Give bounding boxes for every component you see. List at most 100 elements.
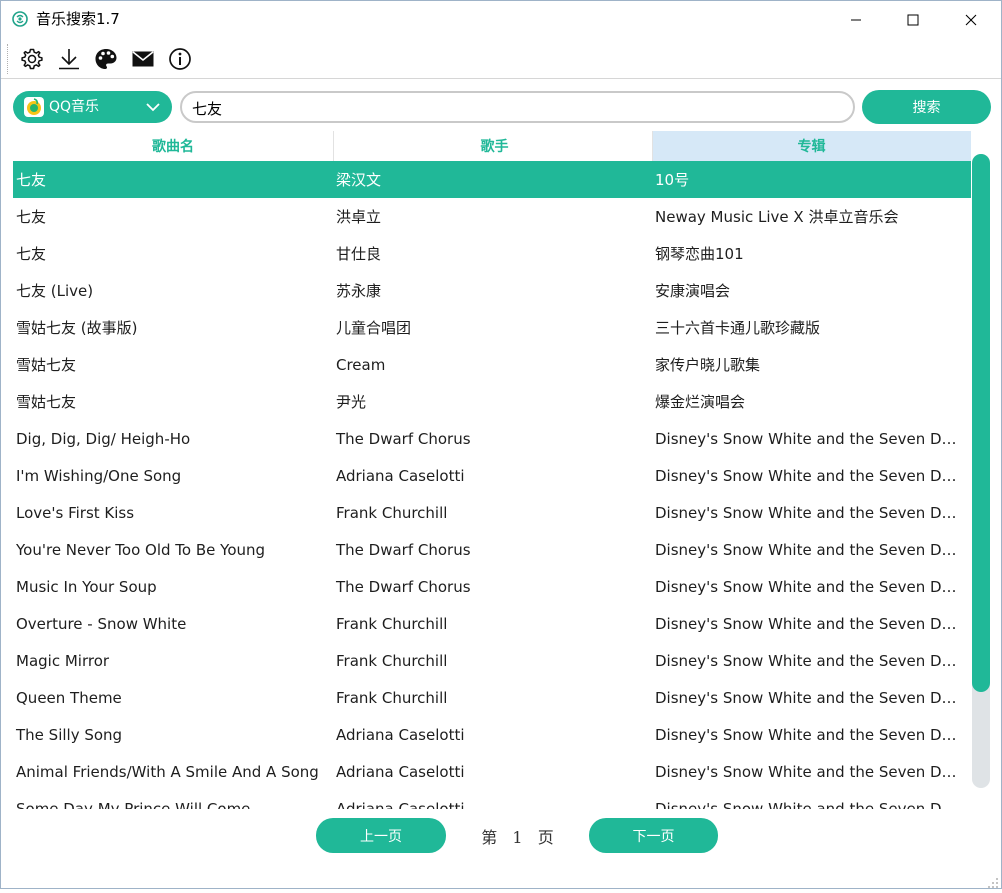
close-button[interactable] xyxy=(942,1,1000,38)
toolbar-grip[interactable] xyxy=(7,44,9,74)
table-row[interactable]: 七友 (Live) 苏永康 安康演唱会 xyxy=(13,272,971,309)
artist-cell: Frank Churchill xyxy=(336,651,448,670)
toolbar xyxy=(1,41,1001,77)
song-name-cell: Some Day My Prince Will Come xyxy=(16,799,251,810)
artist-cell: Adriana Caselotti xyxy=(336,466,465,485)
mail-button[interactable] xyxy=(129,45,157,73)
search-button[interactable]: 搜索 xyxy=(862,90,991,124)
close-icon xyxy=(965,14,977,25)
results-table: 歌曲名 歌手 专辑 七友 梁汉文 10号 七友 洪卓立 Neway Music Live … xyxy=(13,131,971,809)
album-cell: Disney's Snow White and the Seven Dwar..… xyxy=(655,799,971,810)
album-cell: Disney's Snow White and the Seven Dwar..… xyxy=(655,577,971,596)
table-row[interactable]: Some Day My Prince Will Come Adriana Case… xyxy=(13,790,971,810)
artist-cell: Cream xyxy=(336,355,386,374)
artist-cell: 洪卓立 xyxy=(336,207,382,226)
table-row[interactable]: 雪姑七友 Cream 家传户晓儿歌集 xyxy=(13,346,971,383)
song-name-cell: 七友 xyxy=(16,207,47,226)
scrollbar-thumb[interactable] xyxy=(972,154,990,692)
song-name-cell: 雪姑七友 xyxy=(16,392,77,411)
song-name-cell: Animal Friends/With A Smile And A Song xyxy=(16,762,319,781)
artist-cell: 梁汉文 xyxy=(336,170,382,189)
column-header-artist[interactable]: 歌手 xyxy=(333,131,652,161)
toolbar-divider xyxy=(1,78,1001,79)
song-name-cell: You're Never Too Old To Be Young xyxy=(16,540,266,559)
next-page-button[interactable]: 下一页 xyxy=(589,818,718,853)
resize-grip-icon[interactable] xyxy=(987,874,999,888)
column-header-album[interactable]: 专辑 xyxy=(652,131,971,161)
song-name-cell: Queen Theme xyxy=(16,688,122,707)
qq-music-logo-icon xyxy=(24,97,44,117)
album-cell: Disney's Snow White and the Seven Dwar..… xyxy=(655,688,971,707)
album-cell: Neway Music Live X 洪卓立音乐会 xyxy=(655,207,899,226)
maximize-icon xyxy=(907,14,919,25)
settings-button[interactable] xyxy=(18,45,46,73)
table-row[interactable]: 雪姑七友 尹光 爆金烂演唱会 xyxy=(13,383,971,420)
table-row[interactable]: The Silly Song Adriana Caselotti Disney's … xyxy=(13,716,971,753)
minimize-icon xyxy=(851,19,861,20)
song-name-cell: 七友 xyxy=(16,170,47,189)
artist-cell: The Dwarf Chorus xyxy=(336,540,471,559)
table-row[interactable]: Queen Theme Frank Churchill Disney's Snow … xyxy=(13,679,971,716)
table-row[interactable]: 七友 梁汉文 10号 xyxy=(13,161,971,198)
artist-cell: The Dwarf Chorus xyxy=(336,577,471,596)
table-row[interactable]: You're Never Too Old To Be Young The Dwar… xyxy=(13,531,971,568)
album-cell: Disney's Snow White and the Seven Dwar..… xyxy=(655,651,971,670)
table-row[interactable]: Magic Mirror Frank Churchill Disney's Snow… xyxy=(13,642,971,679)
table-row[interactable]: Dig, Dig, Dig/ Heigh-Ho The Dwarf Chorus D… xyxy=(13,420,971,457)
column-header-song[interactable]: 歌曲名 xyxy=(13,131,333,161)
song-name-cell: 七友 xyxy=(16,244,47,263)
about-button[interactable] xyxy=(166,45,194,73)
search-box xyxy=(180,91,855,123)
download-icon xyxy=(59,49,79,70)
prev-page-button[interactable]: 上一页 xyxy=(316,818,446,853)
song-name-cell: Music In Your Soup xyxy=(16,577,157,596)
song-name-cell: Overture - Snow White xyxy=(16,614,187,633)
table-header: 歌曲名 歌手 专辑 xyxy=(13,131,971,161)
app-window: 音乐搜索1.7 QQ音乐 七友 搜索 歌曲名 歌手 专辑 七友 梁汉文 10号 … xyxy=(0,0,1002,889)
artist-cell: The Dwarf Chorus xyxy=(336,429,471,448)
window-title: 音乐搜索1.7 xyxy=(36,10,120,28)
table-body: 七友 梁汉文 10号 七友 洪卓立 Neway Music Live X 洪卓立音乐会 七友… xyxy=(13,161,971,809)
album-cell: 安康演唱会 xyxy=(655,281,731,300)
song-name-cell: Magic Mirror xyxy=(16,651,110,670)
palette-icon xyxy=(95,49,117,69)
info-icon xyxy=(169,48,191,70)
maximize-button[interactable] xyxy=(884,1,942,38)
album-cell: 家传户晓儿歌集 xyxy=(655,355,761,374)
mail-icon xyxy=(132,51,154,67)
album-cell: Disney's Snow White and the Seven Dwar..… xyxy=(655,762,971,781)
table-row[interactable]: Animal Friends/With A Smile And A Song Ad… xyxy=(13,753,971,790)
song-name-cell: The Silly Song xyxy=(16,725,123,744)
table-row[interactable]: 雪姑七友 (故事版) 儿童合唱团 三十六首卡通儿歌珍藏版 xyxy=(13,309,971,346)
artist-cell: Adriana Caselotti xyxy=(336,762,465,781)
artist-cell: Adriana Caselotti xyxy=(336,799,465,810)
table-row[interactable]: I'm Wishing/One Song Adriana Caselotti Dis… xyxy=(13,457,971,494)
title-bar[interactable]: 音乐搜索1.7 xyxy=(1,1,1001,38)
song-name-cell: I'm Wishing/One Song xyxy=(16,466,182,485)
album-cell: Disney's Snow White and the Seven Dwar..… xyxy=(655,540,971,559)
gear-icon xyxy=(21,48,43,70)
artist-cell: 苏永康 xyxy=(336,281,382,300)
song-name-cell: 雪姑七友 xyxy=(16,355,77,374)
search-input[interactable] xyxy=(192,98,832,118)
album-cell: 爆金烂演唱会 xyxy=(655,392,746,411)
artist-cell: Frank Churchill xyxy=(336,688,448,707)
source-select[interactable]: QQ音乐 xyxy=(13,91,172,123)
artist-cell: 甘仕良 xyxy=(336,244,382,263)
album-cell: 三十六首卡通儿歌珍藏版 xyxy=(655,318,821,337)
album-cell: Disney's Snow White and the Seven Dwar..… xyxy=(655,725,971,744)
table-row[interactable]: 七友 甘仕良 钢琴恋曲101 xyxy=(13,235,971,272)
artist-cell: Frank Churchill xyxy=(336,614,448,633)
minimize-button[interactable] xyxy=(827,1,885,38)
song-name-cell: 雪姑七友 (故事版) xyxy=(16,318,138,337)
album-cell: Disney's Snow White and the Seven Dwar..… xyxy=(655,466,971,485)
theme-button[interactable] xyxy=(92,45,120,73)
page-indicator: 第 1 页 xyxy=(471,824,565,847)
song-name-cell: 七友 (Live) xyxy=(16,281,94,300)
table-row[interactable]: Love's First Kiss Frank Churchill Disney's… xyxy=(13,494,971,531)
table-row[interactable]: Music In Your Soup The Dwarf Chorus Disney… xyxy=(13,568,971,605)
download-button[interactable] xyxy=(55,45,83,73)
album-cell: Disney's Snow White and the Seven Dwar..… xyxy=(655,429,971,448)
table-row[interactable]: Overture - Snow White Frank Churchill Disn… xyxy=(13,605,971,642)
table-row[interactable]: 七友 洪卓立 Neway Music Live X 洪卓立音乐会 xyxy=(13,198,971,235)
